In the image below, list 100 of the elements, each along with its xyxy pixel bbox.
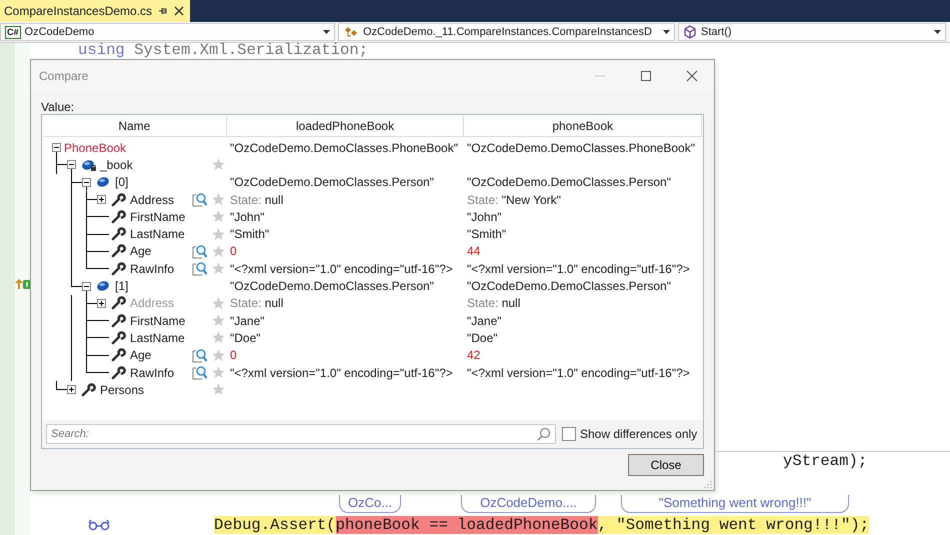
expand-toggle[interactable]	[82, 282, 91, 291]
language-badge: C#	[5, 26, 21, 38]
property-name: FirstName	[130, 210, 186, 224]
file-tab[interactable]: CompareInstancesDemo.cs	[0, 0, 192, 22]
magnifier-icon[interactable]	[192, 348, 208, 363]
value-text: "Jane"	[230, 314, 265, 328]
close-button[interactable]: Close	[628, 454, 704, 476]
wrench-icon	[111, 244, 127, 258]
star-icon[interactable]	[212, 228, 224, 241]
caret-icon	[663, 30, 670, 34]
value-text: State: null	[230, 296, 284, 310]
data-tip[interactable]: "Something went wrong!!!"	[621, 495, 849, 513]
value-text: "OzCodeDemo.DemoClasses.Person"	[467, 279, 671, 294]
property-name: Age	[130, 348, 152, 362]
property-name: LastName	[130, 330, 185, 345]
value-text: 0	[230, 244, 237, 258]
property-name: PhoneBook	[64, 140, 126, 155]
expand-toggle[interactable]	[97, 298, 106, 308]
expand-toggle[interactable]	[67, 160, 76, 170]
property-name: FirstName	[130, 314, 186, 328]
magnifier-icon[interactable]	[192, 365, 208, 380]
star-icon[interactable]	[212, 158, 224, 172]
caret-icon	[934, 30, 941, 34]
star-icon[interactable]	[212, 331, 224, 344]
navigation-dropdown[interactable]: Start()	[678, 23, 946, 41]
property-name: [0]	[115, 175, 128, 190]
value-label: Value:	[41, 100, 76, 114]
value-text: State: null	[467, 296, 520, 310]
property-name: RawInfo	[130, 366, 174, 380]
property-name: _book	[100, 158, 133, 172]
value-text: "John"	[467, 210, 502, 224]
value-text: "Doe"	[230, 330, 261, 345]
wrench-icon	[111, 262, 127, 276]
wrench-icon	[111, 330, 127, 345]
star-icon[interactable]	[212, 244, 224, 258]
wrench-icon	[111, 227, 127, 242]
star-icon[interactable]	[212, 348, 224, 362]
value-text: "Smith"	[230, 227, 270, 242]
property-name: RawInfo	[130, 262, 174, 276]
expand-toggle[interactable]	[52, 143, 61, 152]
close-icon[interactable]	[686, 70, 698, 82]
checkbox[interactable]	[562, 427, 576, 441]
value-text: "<?xml version="1.0" encoding="utf-16"?>	[467, 366, 690, 380]
value-text: "Smith"	[467, 227, 506, 242]
value-text: "Doe"	[467, 330, 498, 345]
wrench-icon	[111, 348, 127, 362]
star-icon[interactable]	[212, 366, 224, 379]
pin-icon	[158, 6, 168, 16]
wrench-icon	[111, 314, 127, 328]
close-icon[interactable]	[174, 6, 184, 16]
search-field[interactable]: Search:	[46, 424, 556, 444]
property-name: LastName	[130, 227, 185, 242]
navigation-dropdown[interactable]: C# OzCodeDemo	[0, 23, 335, 41]
class-icon	[343, 25, 359, 39]
wrench-icon	[111, 366, 127, 380]
star-icon[interactable]	[212, 314, 224, 328]
value-text: "<?xml version="1.0" encoding="utf-16"?>	[230, 366, 453, 380]
window-title: Compare	[39, 69, 88, 83]
wrench-icon	[111, 192, 127, 207]
data-tip[interactable]: OzCodeDemo....	[461, 495, 596, 513]
maximize-icon[interactable]	[640, 70, 652, 82]
value-text: 0	[230, 348, 237, 362]
magnifier-icon[interactable]	[192, 192, 208, 208]
code-line: using System.Xml.Serialization;	[78, 43, 368, 58]
data-tip[interactable]: OzCo...	[339, 495, 401, 513]
value-text: State: null	[230, 192, 284, 207]
column-header[interactable]: loadedPhoneBook	[226, 116, 464, 136]
value-text: "<?xml version="1.0" encoding="utf-16"?>	[467, 262, 690, 276]
wrench-icon	[111, 210, 127, 224]
star-icon[interactable]	[212, 262, 224, 276]
checkbox-label: Show differences only	[580, 427, 698, 441]
value-text: "Jane"	[467, 314, 502, 328]
resize-grip-icon	[704, 480, 712, 488]
expand-toggle[interactable]	[97, 195, 106, 204]
star-icon[interactable]	[212, 210, 224, 224]
property-name: Address	[130, 296, 174, 310]
object-icon	[96, 175, 112, 190]
value-text: "OzCodeDemo.DemoClasses.PhoneBook"	[467, 140, 695, 155]
cube-icon	[683, 25, 697, 39]
value-text: "OzCodeDemo.DemoClasses.Person"	[467, 175, 671, 190]
property-name: Address	[130, 192, 174, 207]
expand-toggle[interactable]	[67, 385, 76, 394]
magnifier-icon[interactable]	[192, 244, 208, 259]
star-icon[interactable]	[212, 383, 224, 396]
magnifier-icon[interactable]	[192, 261, 208, 276]
property-name: Age	[130, 244, 152, 258]
value-text: "John"	[230, 210, 265, 224]
star-icon[interactable]	[212, 193, 224, 206]
wrench-icon	[81, 382, 97, 397]
navigation-dropdown[interactable]: OzCodeDemo._11.CompareInstances.CompareInstancesD	[338, 23, 675, 41]
value-text: "OzCodeDemo.DemoClasses.PhoneBook"	[230, 140, 458, 155]
value-text: "<?xml version="1.0" encoding="utf-16"?>	[230, 262, 453, 276]
value-text: "OzCodeDemo.DemoClasses.Person"	[230, 279, 434, 294]
code-line: yStream);	[783, 452, 868, 470]
caret-icon	[323, 30, 330, 34]
expand-toggle[interactable]	[82, 178, 91, 187]
glasses-icon	[88, 519, 110, 531]
star-icon[interactable]	[212, 296, 224, 310]
property-name: [1]	[115, 279, 128, 294]
value-text: 44	[467, 244, 480, 258]
